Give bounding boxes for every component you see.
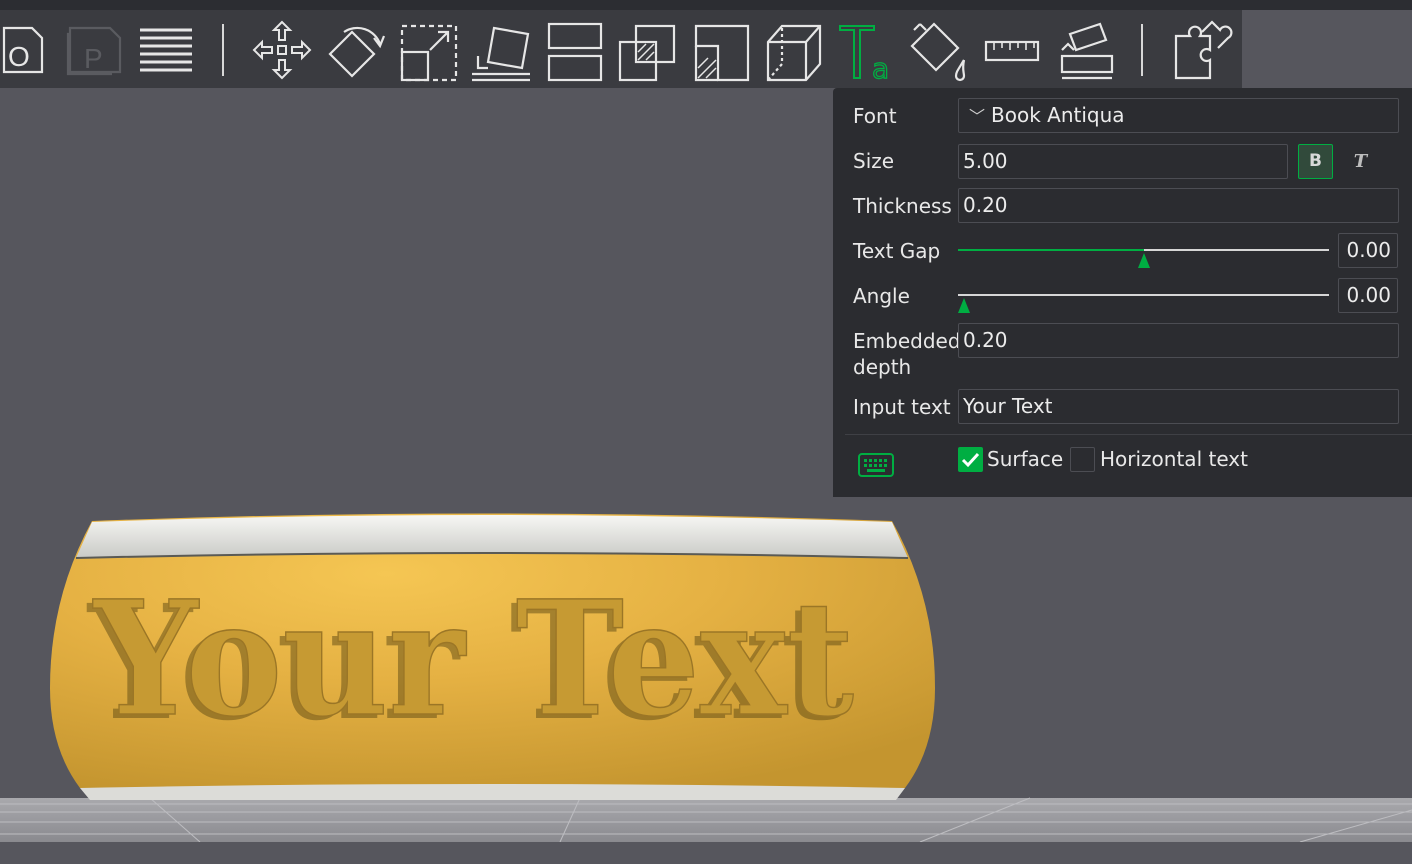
- move-icon[interactable]: [250, 16, 314, 82]
- build-plate: [0, 798, 1412, 842]
- size-input[interactable]: 5.00: [958, 144, 1288, 179]
- keyboard-icon[interactable]: [858, 453, 894, 477]
- thickness-label: Thickness: [853, 194, 952, 218]
- window-top-strip: [0, 0, 1412, 10]
- ring-top-rim: [76, 515, 908, 558]
- angle-label: Angle: [853, 284, 910, 308]
- text-gap-label: Text Gap: [853, 239, 941, 263]
- embedded-depth-label-1: Embedded: [853, 329, 961, 353]
- surface-label: Surface: [987, 447, 1064, 471]
- text-tool-panel: Font ﹀ Book Antiqua Size 5.00 B T Thickne…: [833, 88, 1412, 497]
- text-gap-slider-fill: [958, 249, 1144, 251]
- toolbar-separator: [222, 24, 224, 76]
- font-value: Book Antiqua: [991, 103, 1125, 127]
- thickness-input[interactable]: 0.20: [958, 188, 1399, 223]
- font-label: Font: [853, 104, 897, 128]
- chevron-down-icon: ﹀: [969, 107, 986, 126]
- input-text-field[interactable]: Your Text: [958, 389, 1399, 424]
- main-toolbar: O P a: [0, 10, 1242, 88]
- bold-button[interactable]: B: [1298, 144, 1333, 179]
- angle-slider[interactable]: [958, 294, 1329, 296]
- text-gap-value[interactable]: 0.00: [1338, 233, 1398, 268]
- horizontal-text-checkbox[interactable]: [1070, 447, 1095, 472]
- split-icon[interactable]: [543, 16, 607, 82]
- embedded-depth-label-2: depth: [853, 355, 912, 379]
- text-icon[interactable]: a: [834, 16, 898, 86]
- arrange-icon[interactable]: [134, 16, 198, 82]
- surface-checkbox[interactable]: [958, 447, 983, 472]
- horizontal-text-label: Horizontal text: [1100, 447, 1248, 471]
- assembly-icon[interactable]: [1054, 16, 1118, 82]
- model-embossed-text[interactable]: Your Text: [91, 566, 854, 753]
- boolean-icon[interactable]: [690, 16, 754, 82]
- text-tool-sub-glyph: a: [872, 52, 889, 85]
- embedded-depth-input[interactable]: 0.20: [958, 323, 1399, 358]
- panel-divider: [845, 434, 1412, 435]
- italic-button[interactable]: T: [1343, 144, 1378, 179]
- ring-bottom-rim: [80, 784, 905, 800]
- input-text-label: Input text: [853, 395, 951, 419]
- angle-slider-thumb[interactable]: [958, 298, 970, 313]
- scale-icon[interactable]: [396, 16, 460, 82]
- lay-on-face-icon[interactable]: [470, 16, 534, 82]
- plate-glyph: P: [84, 43, 103, 74]
- rotate-icon[interactable]: [324, 16, 388, 82]
- orient-icon[interactable]: O: [0, 16, 58, 82]
- paint-icon[interactable]: [906, 16, 970, 82]
- seam-icon[interactable]: [762, 16, 826, 82]
- toolbar-separator: [1141, 24, 1143, 76]
- text-gap-slider-thumb[interactable]: [1137, 253, 1150, 268]
- measure-icon[interactable]: [980, 16, 1044, 82]
- angle-value[interactable]: 0.00: [1338, 278, 1398, 313]
- size-label: Size: [853, 149, 895, 173]
- checkmark-icon: [961, 452, 980, 468]
- plate-icon[interactable]: P: [64, 16, 128, 82]
- font-dropdown[interactable]: ﹀ Book Antiqua: [958, 98, 1399, 133]
- cut-icon[interactable]: [616, 16, 680, 82]
- orient-glyph: O: [8, 41, 30, 72]
- puzzle-icon[interactable]: [1170, 16, 1234, 82]
- viewport-bottom: [0, 842, 1412, 864]
